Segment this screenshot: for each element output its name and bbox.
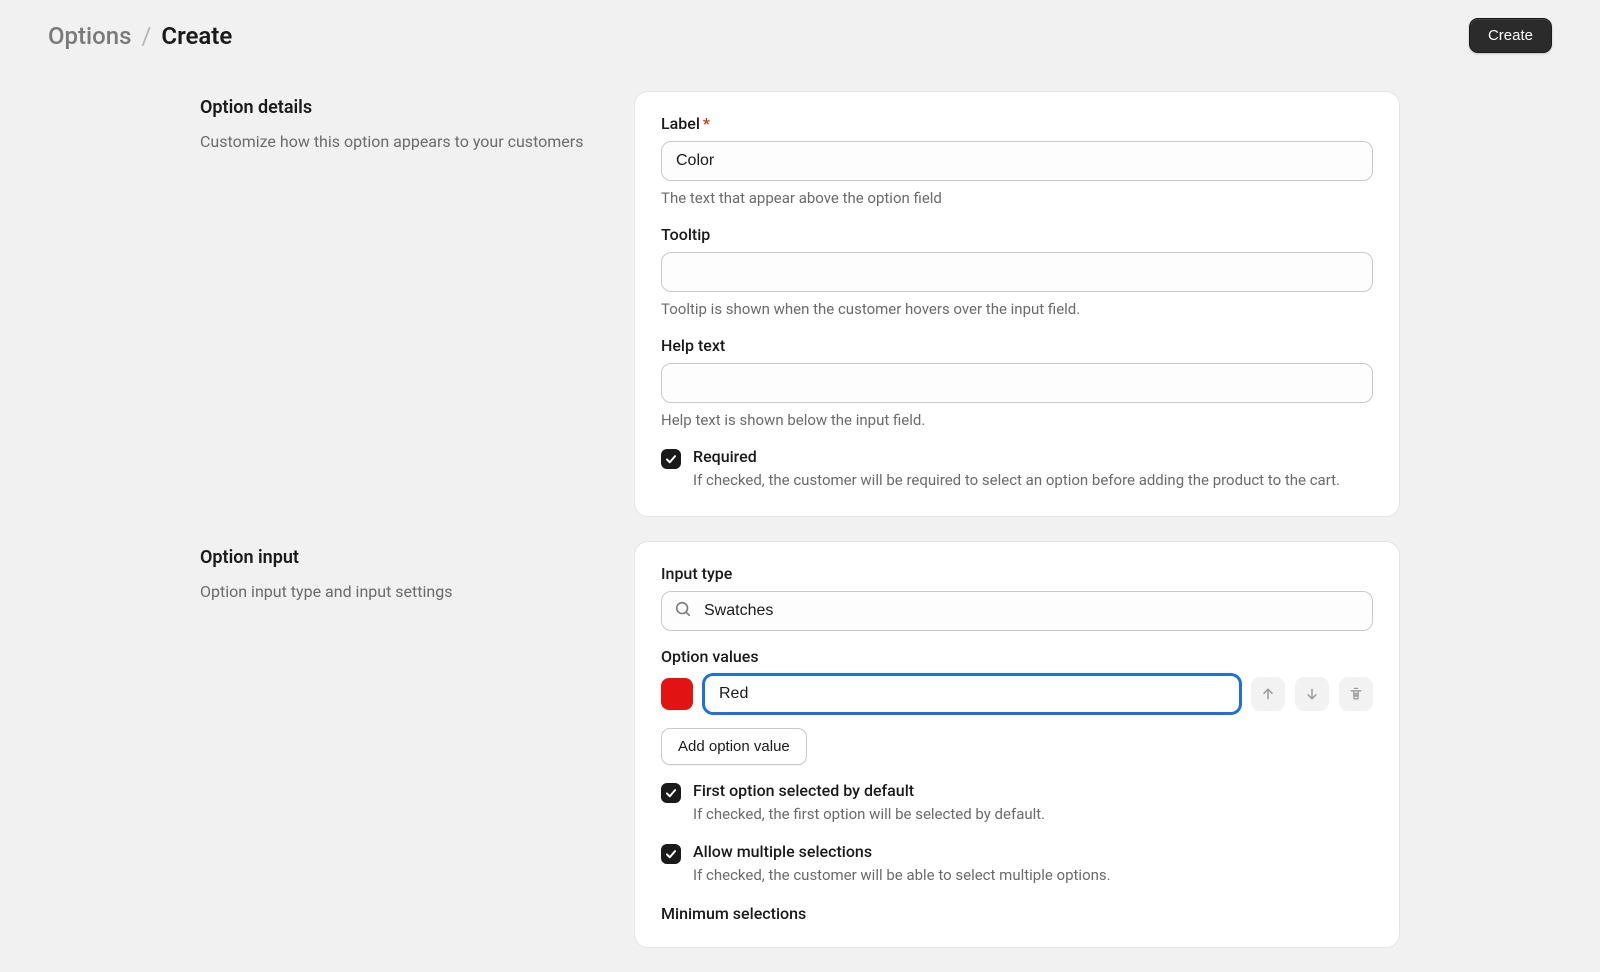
label-field-help: The text that appear above the option fi… xyxy=(661,189,1373,207)
option-input-card: Input type Option values xyxy=(634,541,1400,949)
helptext-field-label: Help text xyxy=(661,336,1373,355)
option-details-card: Label* The text that appear above the op… xyxy=(634,91,1400,517)
input-type-field: Input type xyxy=(661,564,1373,631)
delete-value-button[interactable] xyxy=(1339,677,1373,711)
required-indicator: * xyxy=(703,114,710,133)
first-selected-checkbox[interactable] xyxy=(661,783,681,803)
allow-multiple-field: Allow multiple selections If checked, th… xyxy=(661,842,1373,887)
label-field-label: Label* xyxy=(661,114,1373,133)
tooltip-field-label: Tooltip xyxy=(661,225,1373,244)
search-icon xyxy=(674,600,692,622)
allow-multiple-label: Allow multiple selections xyxy=(693,842,1373,861)
breadcrumb-current: Create xyxy=(161,22,232,50)
input-type-label: Input type xyxy=(661,564,1373,583)
label-field-label-text: Label xyxy=(661,114,700,133)
minimum-selections-label: Minimum selections xyxy=(661,904,1373,923)
option-values-label: Option values xyxy=(661,647,1373,666)
arrow-down-icon xyxy=(1304,686,1320,702)
trash-icon xyxy=(1348,686,1364,702)
page-header: Options / Create Create xyxy=(0,0,1600,71)
option-input-title: Option input xyxy=(200,547,598,568)
helptext-field-help: Help text is shown below the input field… xyxy=(661,411,1373,429)
option-value-input[interactable] xyxy=(703,674,1241,714)
input-type-select[interactable] xyxy=(661,591,1373,631)
move-up-button[interactable] xyxy=(1251,677,1285,711)
required-checkbox-label: Required xyxy=(693,447,1373,466)
move-down-button[interactable] xyxy=(1295,677,1329,711)
helptext-input[interactable] xyxy=(661,363,1373,403)
option-details-section: Option details Customize how this option… xyxy=(0,91,1600,541)
first-selected-desc: If checked, the first option will be sel… xyxy=(693,804,1373,826)
first-selected-label: First option selected by default xyxy=(693,781,1373,800)
allow-multiple-desc: If checked, the customer will be able to… xyxy=(693,865,1373,887)
add-option-value-button[interactable]: Add option value xyxy=(661,728,807,765)
label-field: Label* The text that appear above the op… xyxy=(661,114,1373,207)
option-details-title: Option details xyxy=(200,97,598,118)
breadcrumb: Options / Create xyxy=(48,22,232,50)
helptext-field: Help text Help text is shown below the i… xyxy=(661,336,1373,429)
option-input-section: Option input Option input type and input… xyxy=(0,541,1600,972)
option-values-field: Option values Add option value xyxy=(661,647,1373,765)
color-swatch[interactable] xyxy=(661,678,693,710)
breadcrumb-separator: / xyxy=(141,22,151,50)
tooltip-input[interactable] xyxy=(661,252,1373,292)
tooltip-field: Tooltip Tooltip is shown when the custom… xyxy=(661,225,1373,318)
first-selected-field: First option selected by default If chec… xyxy=(661,781,1373,826)
option-input-desc: Option input type and input settings xyxy=(200,580,598,603)
breadcrumb-parent[interactable]: Options xyxy=(48,22,131,50)
allow-multiple-checkbox[interactable] xyxy=(661,844,681,864)
create-button[interactable]: Create xyxy=(1469,18,1552,53)
option-details-desc: Customize how this option appears to you… xyxy=(200,130,598,153)
option-value-row xyxy=(661,674,1373,714)
label-input[interactable] xyxy=(661,141,1373,181)
required-checkbox-desc: If checked, the customer will be require… xyxy=(693,470,1373,492)
required-field: Required If checked, the customer will b… xyxy=(661,447,1373,492)
required-checkbox[interactable] xyxy=(661,449,681,469)
arrow-up-icon xyxy=(1260,686,1276,702)
tooltip-field-help: Tooltip is shown when the customer hover… xyxy=(661,300,1373,318)
